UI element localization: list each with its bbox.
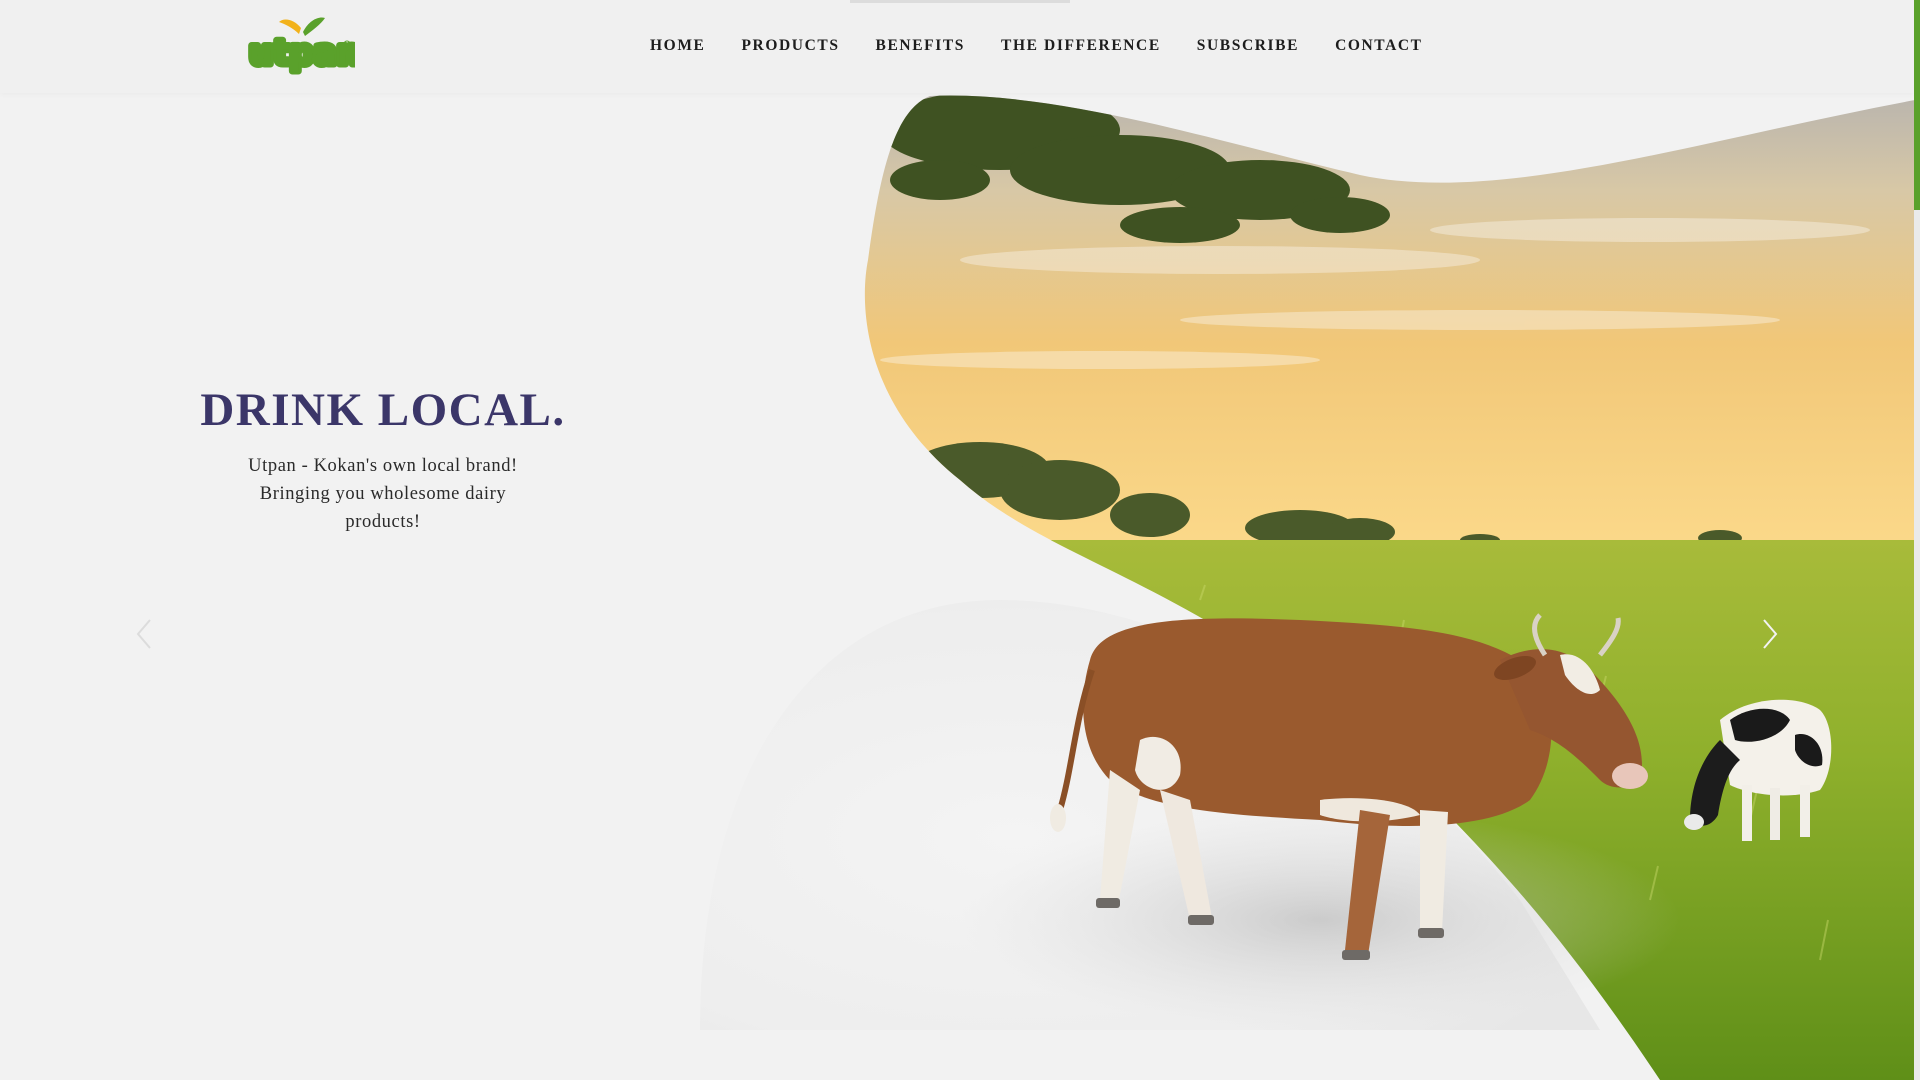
nav-link-products[interactable]: PRODUCTS bbox=[741, 36, 839, 56]
nav-link-home[interactable]: HOME bbox=[650, 36, 705, 56]
hero-content: DRINK LOCAL. Utpan - Kokan's own local b… bbox=[200, 382, 566, 536]
chevron-left-icon[interactable] bbox=[130, 614, 160, 654]
nav-active-indicator bbox=[850, 0, 1070, 3]
scrollbar-thumb[interactable] bbox=[1914, 0, 1920, 210]
nav-item-benefits: BENEFITS bbox=[876, 36, 1001, 56]
nav-link-benefits[interactable]: BENEFITS bbox=[876, 36, 965, 56]
nav-item-products: PRODUCTS bbox=[741, 36, 875, 56]
utpan-logo[interactable]: utpan utpan bbox=[243, 14, 355, 78]
chevron-right-icon[interactable] bbox=[1754, 614, 1784, 654]
nav-item-home: HOME bbox=[650, 36, 741, 56]
nav-item-contact: CONTACT bbox=[1335, 36, 1459, 56]
nav-link-contact[interactable]: CONTACT bbox=[1335, 36, 1423, 56]
site-header: utpan utpan HOME PRODUCTS BENEFITS THE D… bbox=[0, 0, 1915, 93]
main-nav: HOME PRODUCTS BENEFITS THE DIFFERENCE SU… bbox=[650, 36, 1459, 56]
nav-link-the-difference[interactable]: THE DIFFERENCE bbox=[1001, 36, 1161, 56]
hero-subtitle: Utpan - Kokan's own local brand! Bringin… bbox=[248, 456, 518, 532]
hero-scene-image bbox=[700, 95, 1915, 1080]
nav-link-subscribe[interactable]: SUBSCRIBE bbox=[1197, 36, 1299, 56]
svg-text:utpan: utpan bbox=[249, 33, 355, 73]
landing-page: utpan utpan HOME PRODUCTS BENEFITS THE D… bbox=[0, 0, 1920, 1080]
nav-item-subscribe: SUBSCRIBE bbox=[1197, 36, 1335, 56]
hero-title: DRINK LOCAL. bbox=[200, 384, 566, 436]
nav-item-the-difference: THE DIFFERENCE bbox=[1001, 36, 1197, 56]
